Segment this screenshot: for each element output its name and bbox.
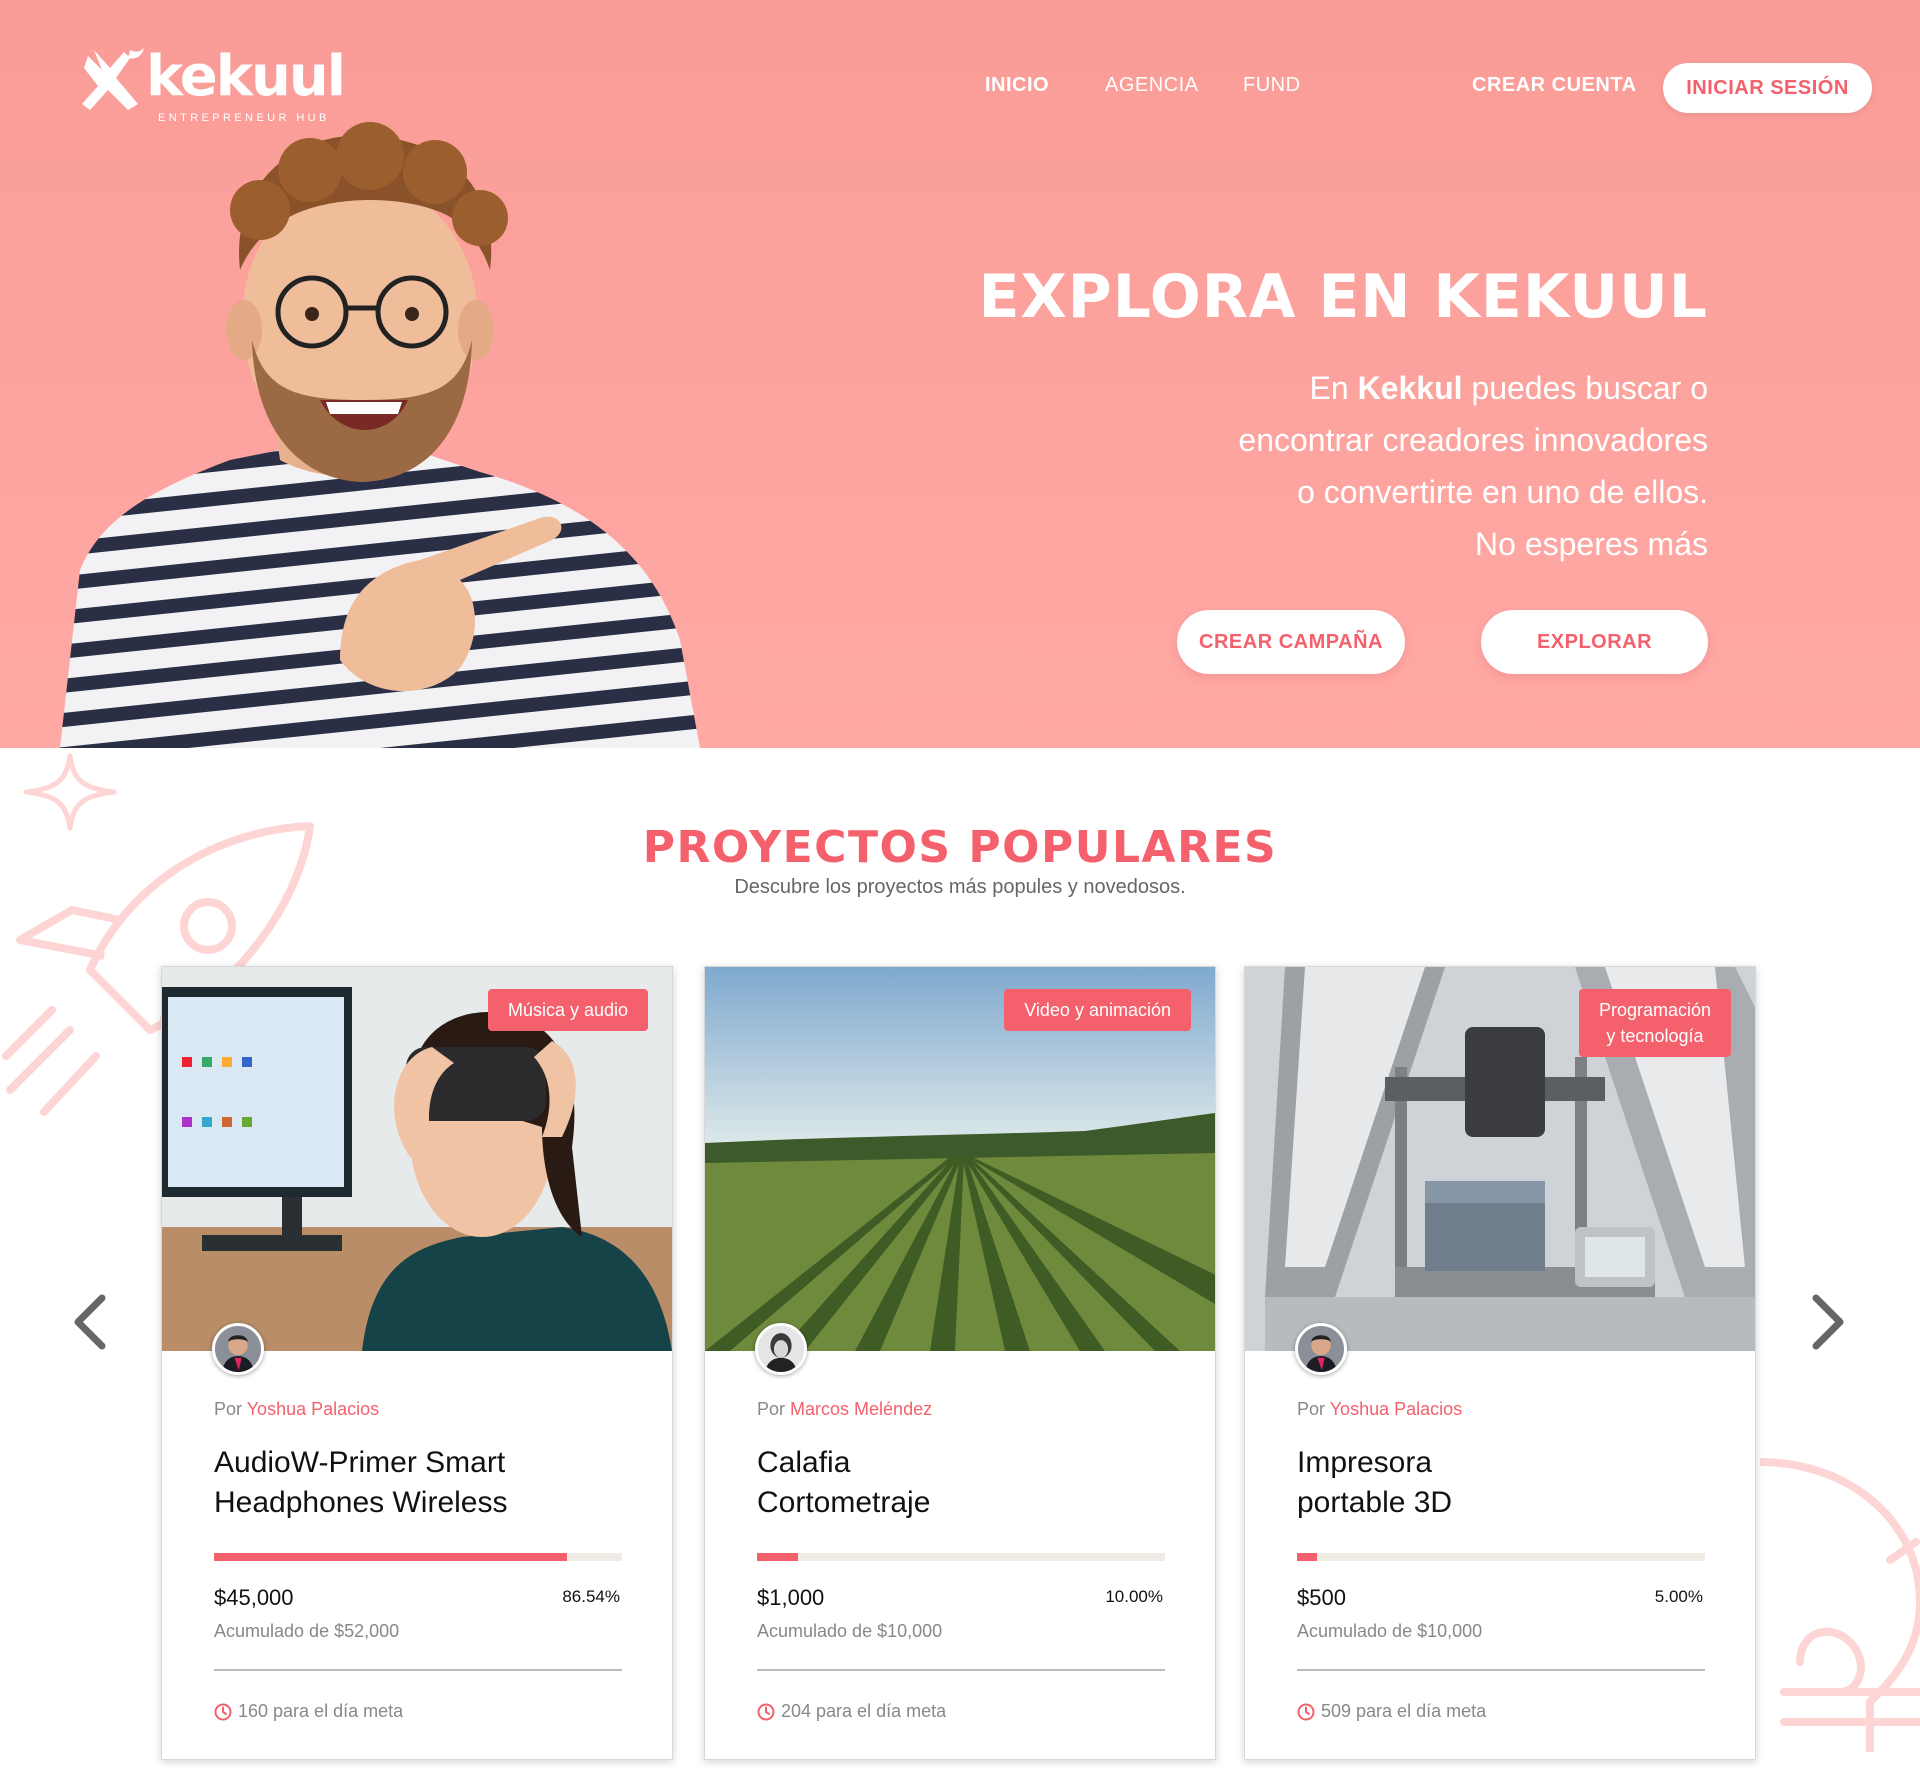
hero-line-1: En Kekkul puedes buscar o [1309,370,1708,406]
category-badge[interactable]: Programación y tecnología [1578,989,1731,1057]
create-account-link[interactable]: CREAR CUENTA [1472,74,1637,97]
author-link[interactable]: Marcos Meléndez [790,1399,932,1419]
project-title[interactable]: Impresora portable 3D [1297,1443,1717,1523]
project-author: Por Yoshua Palacios [214,1399,380,1419]
hero-description: En Kekkul puedes buscar o encontrar crea… [1148,362,1708,570]
hero-line-3: o convertirte en uno de ellos. [1297,474,1708,510]
card-divider [214,1669,622,1671]
goal-amount: Acumulado de $10,000 [1297,1621,1483,1641]
nav-agencia[interactable]: AGENCIA [1105,74,1199,97]
progress-percent: 5.00% [1654,1587,1703,1606]
hero-brand-bold: Kekkul [1357,370,1463,406]
progress-fill [1297,1553,1318,1561]
project-card[interactable]: Música y audio Por Yoshua Palacios Audio… [161,966,673,1760]
create-campaign-button[interactable]: CREAR CAMPAÑA [1177,610,1405,674]
section-subtitle: Descubre los proyectos más popules y nov… [734,876,1186,898]
progress-bar [757,1553,1165,1561]
avatar[interactable] [212,1323,264,1375]
section-title: PROYECTOS POPULARES [642,822,1278,873]
goal-amount: Acumulado de $10,000 [757,1621,943,1641]
project-image: Música y audio [162,967,672,1351]
hero-banner: kekuul ENTREPRENEUR HUB INICIO AGENCIA F… [0,0,1920,748]
hero-line-2: encontrar creadores innovadores [1238,422,1708,458]
project-card[interactable]: Programación y tecnología Por Yoshua Pal… [1244,966,1756,1760]
hero-title: EXPLORA EN KEKUUL [978,262,1708,332]
nav-fund[interactable]: FUND [1243,74,1301,97]
avatar[interactable] [1295,1323,1347,1375]
project-author: Por Marcos Meléndez [757,1399,933,1419]
progress-bar [214,1553,622,1561]
lightbulb-icon [1759,1458,1920,1752]
chevron-left-icon[interactable] [70,1292,110,1352]
clock-icon [1297,1703,1315,1720]
explore-button[interactable]: EXPLORAR [1481,610,1708,674]
project-title[interactable]: AudioW-Primer Smart Headphones Wireless [214,1443,634,1523]
category-badge[interactable]: Video y animación [1004,989,1191,1031]
category-badge[interactable]: Música y audio [487,989,648,1031]
nav-inicio[interactable]: INICIO [985,74,1049,97]
login-button[interactable]: INICIAR SESIÓN [1663,63,1872,113]
card-divider [1297,1669,1705,1671]
progress-percent: 86.54% [562,1587,620,1606]
clock-icon [757,1703,775,1720]
author-link[interactable]: Yoshua Palacios [247,1399,379,1419]
raised-amount: $45,000 [214,1585,294,1610]
project-card[interactable]: Video y animación Por Marcos Meléndez Ca… [704,966,1216,1760]
clock-icon [214,1703,232,1720]
project-image: Programación y tecnología [1245,967,1755,1351]
days-remaining: 509 para el día meta [1297,1701,1486,1722]
days-remaining: 160 para el día meta [214,1701,403,1722]
progress-bar [1297,1553,1705,1561]
project-title[interactable]: Calafia Cortometraje [757,1443,1177,1523]
days-remaining: 204 para el día meta [757,1701,946,1722]
raised-amount: $500 [1297,1585,1346,1610]
raised-amount: $1,000 [757,1585,825,1610]
hero-line-4: No esperes más [1475,526,1708,562]
progress-percent: 10.00% [1105,1587,1163,1606]
progress-fill [214,1553,568,1561]
goal-amount: Acumulado de $52,000 [214,1621,400,1641]
hero-person-image [60,122,700,748]
progress-fill [757,1553,798,1561]
avatar[interactable] [755,1323,807,1375]
author-link[interactable]: Yoshua Palacios [1330,1399,1462,1419]
card-divider [757,1669,1165,1671]
project-author: Por Yoshua Palacios [1297,1399,1463,1419]
project-image: Video y animación [705,967,1215,1351]
chevron-right-icon[interactable] [1808,1292,1848,1352]
